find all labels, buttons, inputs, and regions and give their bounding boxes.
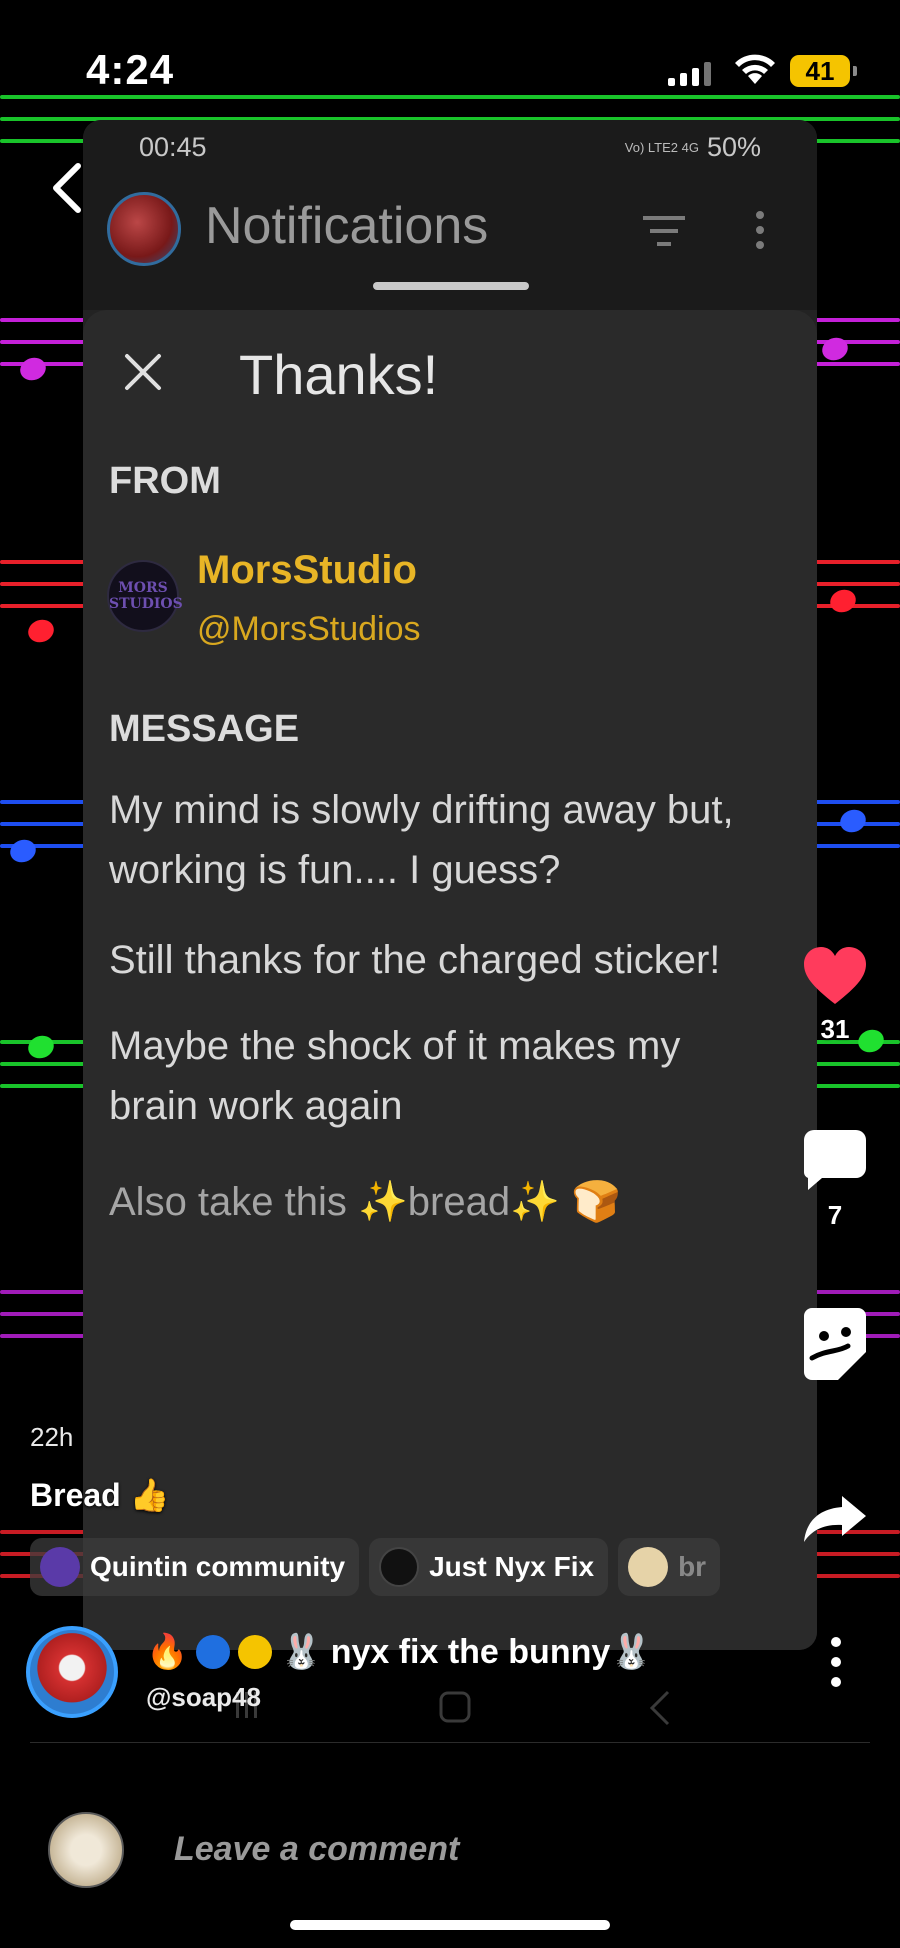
home-indicator[interactable] bbox=[290, 1920, 610, 1930]
ios-status-bar: 4:24 41 bbox=[0, 0, 900, 120]
author-avatar[interactable] bbox=[26, 1626, 118, 1718]
chip-just-nyx-fix[interactable]: Just Nyx Fix bbox=[369, 1538, 609, 1596]
wifi-icon bbox=[735, 54, 775, 84]
notifications-title: Notifications bbox=[205, 197, 489, 255]
network-indicator: Vo) LTE2 4G bbox=[624, 140, 699, 155]
comment-count: 7 bbox=[827, 1200, 843, 1230]
my-avatar bbox=[48, 1812, 124, 1888]
more-options-icon[interactable] bbox=[828, 1636, 844, 1688]
chip-br[interactable]: br bbox=[618, 1538, 721, 1596]
filter-icon bbox=[643, 216, 685, 246]
community-chips: Quintin community Just Nyx Fix br bbox=[30, 1538, 760, 1596]
thanks-message-sheet: Thanks! FROM MORS STUDIOS MorsStudio @Mo… bbox=[83, 310, 817, 1650]
like-button[interactable]: 31 bbox=[800, 946, 870, 1045]
close-icon bbox=[125, 354, 161, 390]
sticker-button[interactable] bbox=[800, 1306, 870, 1382]
share-button[interactable] bbox=[800, 1494, 870, 1544]
chip-label: br bbox=[678, 1551, 707, 1582]
shared-screenshot: 00:45 Vo) LTE2 4G 50% Notifications Than… bbox=[83, 120, 817, 1650]
chip-community-avatar bbox=[379, 1547, 420, 1587]
android-home-icon bbox=[439, 1691, 471, 1723]
post-caption: Bread 👍 bbox=[30, 1477, 170, 1513]
blue-circle-icon bbox=[196, 1635, 231, 1669]
comment-bar: Leave a comment bbox=[0, 1760, 900, 1948]
profile-avatar bbox=[107, 192, 181, 266]
rabbit-emoji: 🐰 bbox=[280, 1633, 323, 1671]
sender-handle: @MorsStudios bbox=[197, 610, 421, 648]
sheet-title: Thanks! bbox=[239, 343, 439, 406]
message-line-4: Also take this ✨bread✨ 🍞 bbox=[109, 1180, 621, 1224]
status-time: 4:24 bbox=[86, 46, 175, 93]
cellular-signal-icon bbox=[668, 62, 711, 86]
sticker-icon bbox=[804, 1308, 866, 1380]
share-arrow-icon bbox=[804, 1496, 866, 1542]
heart-icon bbox=[804, 947, 866, 1004]
message-label: MESSAGE bbox=[109, 708, 300, 750]
chip-label: Just Nyx Fix bbox=[429, 1551, 595, 1582]
overflow-menu-icon bbox=[756, 211, 764, 249]
message-line-1: My mind is slowly drifting away but, wor… bbox=[109, 788, 734, 892]
yellow-circle-icon bbox=[238, 1635, 273, 1669]
chip-community-avatar bbox=[628, 1547, 669, 1587]
sender-name: MorsStudio bbox=[197, 548, 417, 592]
author-handle[interactable]: @soap48 bbox=[146, 1682, 261, 1713]
comment-button[interactable]: 7 bbox=[800, 1128, 870, 1231]
chip-quintin-community[interactable]: Quintin community bbox=[30, 1538, 360, 1596]
notifications-header: 00:45 Vo) LTE2 4G 50% Notifications bbox=[83, 120, 817, 310]
sender-avatar: MORS STUDIOS bbox=[107, 560, 183, 632]
like-count: 31 bbox=[820, 1014, 850, 1044]
android-battery-percent: 50% bbox=[706, 132, 761, 162]
from-label: FROM bbox=[109, 460, 221, 502]
message-line-3: Maybe the shock of it makes my brain wor… bbox=[109, 1024, 681, 1128]
android-back-icon bbox=[649, 1690, 670, 1726]
comment-bubble-icon bbox=[803, 1130, 866, 1190]
message-line-2: Still thanks for the charged sticker! bbox=[109, 938, 721, 982]
back-chevron-icon[interactable] bbox=[46, 160, 86, 216]
fire-emoji: 🔥 bbox=[146, 1633, 189, 1671]
comment-input[interactable]: Leave a comment bbox=[174, 1830, 459, 1869]
android-status-right: Vo) LTE2 4G 50% bbox=[625, 132, 761, 163]
chip-label: Quintin community bbox=[90, 1551, 346, 1582]
android-status-time: 00:45 bbox=[139, 132, 207, 162]
video-title: 🔥 🐰 nyx fix the bunny🐰 bbox=[146, 1632, 653, 1672]
chip-community-avatar bbox=[40, 1547, 80, 1587]
sheet-drag-handle bbox=[373, 282, 529, 290]
divider bbox=[30, 1742, 870, 1743]
video-title-text: nyx fix the bunny🐰 bbox=[330, 1633, 653, 1671]
battery-indicator: 41 bbox=[790, 55, 857, 87]
post-time-ago: 22h bbox=[30, 1422, 74, 1452]
